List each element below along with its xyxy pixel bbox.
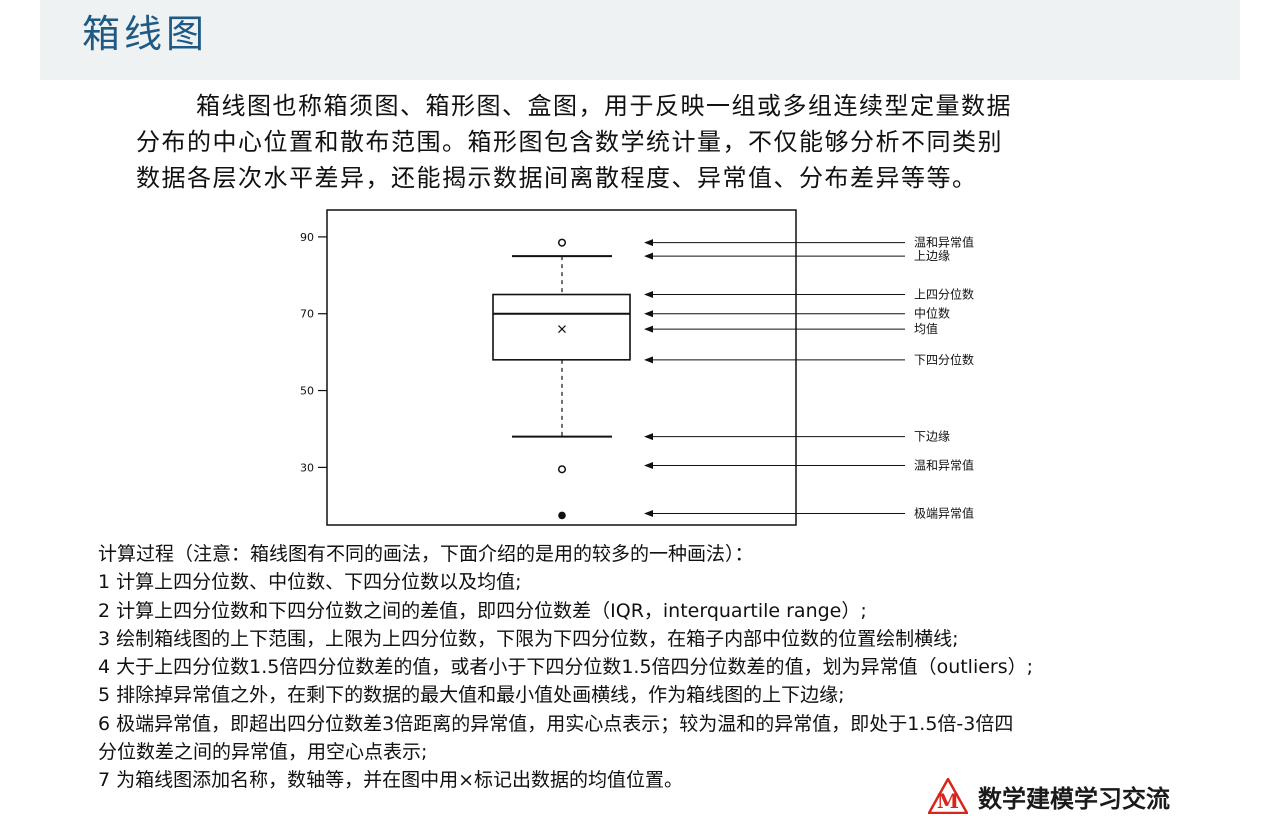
intro-line: 数据各层次水平差异，还能揭示数据间离散程度、异常值、分布差异等等。 [136,164,978,192]
annotation-arrowhead [644,252,653,260]
intro-line: 分布的中心位置和散布范围。箱形图包含数学统计量，不仅能够分析不同类别 [136,128,1003,156]
annotation-arrowhead [644,310,653,318]
annotation-arrowhead [644,325,653,333]
annotation-label: 上边缘 [914,249,950,263]
annotation-label: 温和异常值 [914,235,974,250]
step-item: 4 大于上四分位数1.5倍四分位数差的值，或者小于下四分位数1.5倍四分位数差的… [98,656,1034,679]
annotation-label: 均值 [914,321,938,336]
intro-paragraph: 箱线图也称箱须图、箱形图、盒图，用于反映一组或多组连续型定量数据 分布的中心位置… [136,88,1176,196]
logo-text: 数学建模学习交流 [978,784,1170,813]
step-item: 3 绘制箱线图的上下范围，上限为上四分位数，下限为下四分位数，在箱子内部中位数的… [98,627,959,650]
logo-letter: M [937,789,959,813]
annotation-label: 中位数 [914,306,950,321]
iqr-box [492,293,631,361]
y-tick-label: 90 [300,231,314,244]
extreme-outlier-point [558,511,566,520]
y-axis: 30 50 70 90 [300,231,327,474]
annotation-label: 下四分位数 [914,352,974,367]
annotation-arrowhead [644,433,653,441]
annotation-arrowhead [644,461,653,469]
y-tick-label: 30 [300,461,314,474]
y-tick-label: 50 [300,385,314,398]
step-item: 2 计算上四分位数和下四分位数之间的差值，即四分位数差（IQR，interqua… [98,599,867,622]
box-group [492,255,631,438]
step-item: 分位数差之间的异常值，用空心点表示; [98,741,428,764]
annotation-label: 温和异常值 [914,457,974,472]
header-band [40,0,1240,80]
annotation-arrowhead [644,356,653,364]
y-tick-label: 70 [300,308,314,321]
annotation-group: 温和异常值上边缘上四分位数中位数均值下四分位数下边缘温和异常值极端异常值 [644,235,974,520]
boxplot-chart: 30507090 温和异常值上边缘上四分位数中位数均值下四分位数下边缘温和异常值… [300,209,974,526]
step-item: 5 排除掉异常值之外，在剩下的数据的最大值和最小值处画横线，作为箱线图的上下边缘… [98,684,845,707]
step-item: 6 极端异常值，即超出四分位数差3倍距离的异常值，用实心点表示；较为温和的异常值… [98,712,1014,735]
intro-line: 箱线图也称箱须图、箱形图、盒图，用于反映一组或多组连续型定量数据 [196,92,1012,120]
brand-logo: M 数学建模学习交流 [928,776,1170,816]
steps-heading: 计算过程（注意：箱线图有不同的画法，下面介绍的是用的较多的一种画法）： [98,543,754,565]
annotation-arrowhead [644,509,653,517]
page-title: 箱线图 [82,12,209,56]
mild-outlier-point [557,238,567,247]
annotation-label: 下边缘 [914,430,950,444]
annotation-label: 极端异常值 [914,505,974,520]
mild-outlier-point [557,465,567,474]
annotation-arrowhead [644,239,653,247]
annotation-arrowhead [644,291,653,299]
step-item: 1 计算上四分位数、中位数、下四分位数以及均值; [98,571,522,594]
annotation-label: 上四分位数 [914,287,974,302]
calculation-steps: 计算过程（注意：箱线图有不同的画法，下面介绍的是用的较多的一种画法）： 1 计算… [98,540,1258,795]
